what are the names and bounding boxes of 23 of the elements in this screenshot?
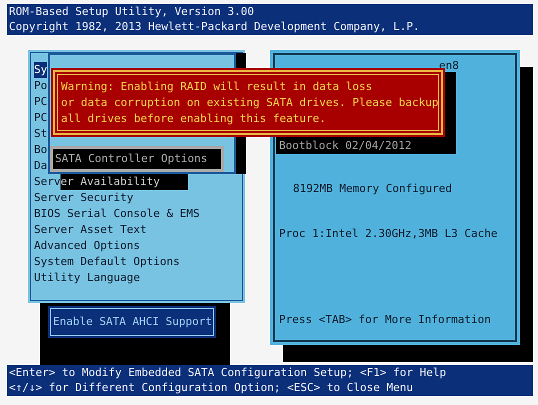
help-text: <↑/↓> for Different Configuration Option; <ESC> to Close Menu <box>9 380 414 395</box>
title-text: ROM-Based Setup Utility, Version 3.00 <box>9 4 256 19</box>
memory-text: 8192MB Memory Configured <box>292 182 453 195</box>
help-text: <Enter> to Modify Embedded SATA Configuration Setup; <F1> for Help <box>9 365 448 380</box>
processor-text: Proc 1:Intel 2.30GHz,3MB L3 Cache <box>278 227 499 240</box>
menu-item[interactable]: Po <box>34 78 48 94</box>
menu-item[interactable]: Sy <box>34 62 48 78</box>
title-text: Copyright 1982, 2013 Hewlett-Packard Development Company, L.P. <box>9 19 421 34</box>
menu-item[interactable]: Utility Language <box>34 270 140 286</box>
menu-item[interactable]: System Default Options <box>34 254 180 270</box>
bootblock-text: Bootblock 02/04/2012 <box>278 139 412 154</box>
menu-item[interactable]: Bo <box>34 142 48 158</box>
submenu-item[interactable]: SATA Controller Options <box>50 146 224 172</box>
hint-text: Press <TAB> for More Information <box>278 313 492 326</box>
menu-item[interactable]: Advanced Options <box>34 238 140 254</box>
menu-item[interactable]: BIOS Serial Console & EMS <box>34 206 200 222</box>
menu-item[interactable]: Server Asset Text <box>34 222 147 238</box>
menu-item[interactable]: PC <box>34 110 48 126</box>
menu-item[interactable]: Da <box>34 158 48 174</box>
menu-item[interactable]: Server Security <box>34 190 134 206</box>
help-box: Enable SATA AHCI Support <box>48 306 216 338</box>
menu-item[interactable]: St <box>34 126 48 142</box>
menu-item[interactable]: PC <box>34 94 48 110</box>
